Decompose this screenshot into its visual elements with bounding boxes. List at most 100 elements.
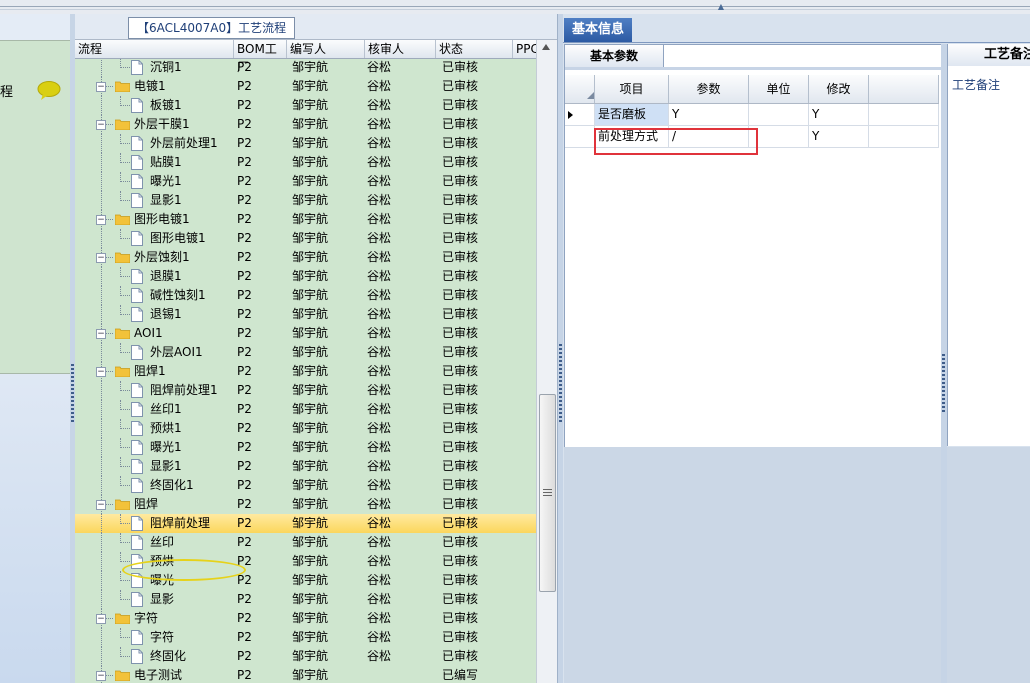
tree-row[interactable]: 显影1 P2 邹宇航 谷松 已审核	[75, 191, 536, 210]
param-item-cell[interactable]: 是否磨板	[595, 104, 669, 125]
tree-row[interactable]: 终固化1 P2 邹宇航 谷松 已审核	[75, 476, 536, 495]
scroll-thumb[interactable]	[539, 394, 556, 592]
param-modify-cell[interactable]: Y	[809, 104, 869, 125]
tree-row[interactable]: 外层AOI1 P2 邹宇航 谷松 已审核	[75, 343, 536, 362]
collapse-toggle-icon[interactable]: −	[96, 367, 106, 377]
tree-row[interactable]: 字符 P2 邹宇航 谷松 已审核	[75, 628, 536, 647]
param-value-cell[interactable]: Y	[669, 104, 749, 125]
tree-folder-row[interactable]: − AOI1 P2 邹宇航 谷松 已审核	[75, 324, 536, 343]
folder-icon	[115, 252, 130, 263]
row-indicator[interactable]	[565, 126, 595, 147]
grid-corner[interactable]	[565, 75, 595, 103]
column-header-param[interactable]: 参数	[669, 75, 749, 103]
collapse-grip-top[interactable]: ▲ ▪▪▪▪▪▪▪▪ ▲	[690, 0, 754, 39]
document-icon	[131, 383, 143, 398]
reviewer-cell: 谷松	[367, 611, 392, 625]
tree-row[interactable]: 图形电镀1 P2 邹宇航 谷松 已审核	[75, 229, 536, 248]
tree-node-label: 终固化1	[150, 478, 194, 492]
column-header-item[interactable]: 项目	[595, 75, 669, 103]
folder-icon	[115, 499, 130, 510]
tree-folder-row[interactable]: − 电镀1 P2 邹宇航 谷松 已审核	[75, 77, 536, 96]
collapse-toggle-icon[interactable]: −	[96, 671, 106, 681]
tree-row[interactable]: 曝光1 P2 邹宇航 谷松 已审核	[75, 172, 536, 191]
process-flow-tab[interactable]: 【6ACL4007A0】工艺流程	[128, 17, 296, 39]
reviewer-cell: 谷松	[367, 212, 392, 226]
collapse-toggle-icon[interactable]: −	[96, 215, 106, 225]
collapse-toggle-icon[interactable]: −	[96, 500, 106, 510]
tree-folder-row[interactable]: − 电子测试 P2 邹宇航 已编写	[75, 666, 536, 683]
collapse-toggle-icon[interactable]: −	[96, 253, 106, 263]
reviewer-cell: 谷松	[367, 288, 392, 302]
tab-process-remark[interactable]: 工艺备注	[948, 44, 1030, 66]
tree-row[interactable]: 退膜1 P2 邹宇航 谷松 已审核	[75, 267, 536, 286]
param-row[interactable]: 是否磨板 Y Y	[565, 104, 939, 126]
param-modify-cell[interactable]: Y	[809, 126, 869, 147]
tab-basic-info[interactable]: 基本信息	[564, 18, 632, 42]
tree-folder-row[interactable]: − 阻焊1 P2 邹宇航 谷松 已审核	[75, 362, 536, 381]
tree-folder-row[interactable]: − 阻焊 P2 邹宇航 谷松 已审核	[75, 495, 536, 514]
tree-folder-row[interactable]: − 外层干膜1 P2 邹宇航 谷松 已审核	[75, 115, 536, 134]
tree-row[interactable]: 沉铜1 P2 邹宇航 谷松 已审核	[75, 59, 536, 77]
highlight-ellipse-annotation	[122, 559, 246, 581]
collapse-toggle-icon[interactable]: −	[96, 82, 106, 92]
tree-row[interactable]: 曝光1 P2 邹宇航 谷松 已审核	[75, 438, 536, 457]
column-header-modify[interactable]: 修改	[809, 75, 869, 103]
author-cell: 邹宇航	[292, 668, 329, 682]
column-header-flow[interactable]: 流程	[75, 40, 234, 58]
param-unit-cell[interactable]	[749, 104, 809, 125]
select-all-corner-icon[interactable]	[565, 75, 595, 103]
collapse-toggle-icon[interactable]: −	[96, 120, 106, 130]
column-header-author[interactable]: 编写人	[287, 40, 365, 58]
tree-node-label: 预烘1	[150, 421, 182, 435]
collapse-toggle-icon[interactable]: −	[96, 329, 106, 339]
tree-scrollbar[interactable]	[536, 40, 558, 683]
tree-row[interactable]: 退锡1 P2 邹宇航 谷松 已审核	[75, 305, 536, 324]
author-cell: 邹宇航	[292, 402, 329, 416]
reviewer-cell: 谷松	[367, 174, 392, 188]
status-cell: 已审核	[442, 554, 479, 568]
bom-factory-cell: P2	[237, 136, 252, 150]
tree-folder-row[interactable]: − 图形电镀1 P2 邹宇航 谷松 已审核	[75, 210, 536, 229]
reviewer-cell: 谷松	[367, 250, 392, 264]
tree-row[interactable]: 外层前处理1 P2 邹宇航 谷松 已审核	[75, 134, 536, 153]
column-header-bom-factory[interactable]: BOM工厂	[234, 40, 287, 74]
tree-row[interactable]: 预烘1 P2 邹宇航 谷松 已审核	[75, 419, 536, 438]
tree-folder-row[interactable]: − 字符 P2 邹宇航 谷松 已审核	[75, 609, 536, 628]
speech-bubble-icon[interactable]	[37, 81, 61, 101]
highlight-annotation-box	[594, 128, 758, 155]
tree-row[interactable]: 显影 P2 邹宇航 谷松 已审核	[75, 590, 536, 609]
row-indicator[interactable]	[565, 104, 595, 125]
tree-row[interactable]: 贴膜1 P2 邹宇航 谷松 已审核	[75, 153, 536, 172]
bom-factory-cell: P2	[237, 326, 252, 340]
status-cell: 已审核	[442, 193, 479, 207]
param-unit-cell[interactable]	[749, 126, 809, 147]
status-cell: 已审核	[442, 326, 479, 340]
status-cell: 已审核	[442, 516, 479, 530]
tree-row[interactable]: 丝印 P2 邹宇航 谷松 已审核	[75, 533, 536, 552]
tree-row[interactable]: 显影1 P2 邹宇航 谷松 已审核	[75, 457, 536, 476]
folder-icon	[115, 670, 130, 681]
tree-row[interactable]: 丝印1 P2 邹宇航 谷松 已审核	[75, 400, 536, 419]
process-remark-panel: 工艺备注 工艺备注	[947, 44, 1030, 446]
tree-node-label: 电子测试	[134, 668, 183, 682]
author-cell: 邹宇航	[292, 307, 329, 321]
tree-row[interactable]: 终固化 P2 邹宇航 谷松 已审核	[75, 647, 536, 666]
left-side-panel: 程	[0, 14, 71, 683]
tab-basic-params[interactable]: 基本参数	[565, 45, 664, 67]
status-cell: 已审核	[442, 459, 479, 473]
reviewer-cell: 谷松	[367, 326, 392, 340]
scroll-up-arrow-icon[interactable]	[542, 44, 550, 50]
column-header-unit[interactable]: 单位	[749, 75, 809, 103]
tree-row[interactable]: 板镀1 P2 邹宇航 谷松 已审核	[75, 96, 536, 115]
tree-row[interactable]: 阻焊前处理 P2 邹宇航 谷松 已审核	[75, 514, 536, 533]
tree-row[interactable]: 碱性蚀刻1 P2 邹宇航 谷松 已审核	[75, 286, 536, 305]
column-header-status[interactable]: 状态	[436, 40, 513, 58]
tree-node-label: 外层AOI1	[150, 345, 203, 359]
column-header-reviewer[interactable]: 核审人	[365, 40, 436, 58]
document-icon	[131, 307, 143, 322]
collapse-toggle-icon[interactable]: −	[96, 614, 106, 624]
tree-folder-row[interactable]: − 外层蚀刻1 P2 邹宇航 谷松 已审核	[75, 248, 536, 267]
status-cell: 已审核	[442, 79, 479, 93]
tree-node-label: 阻焊前处理	[150, 516, 211, 530]
tree-row[interactable]: 阻焊前处理1 P2 邹宇航 谷松 已审核	[75, 381, 536, 400]
